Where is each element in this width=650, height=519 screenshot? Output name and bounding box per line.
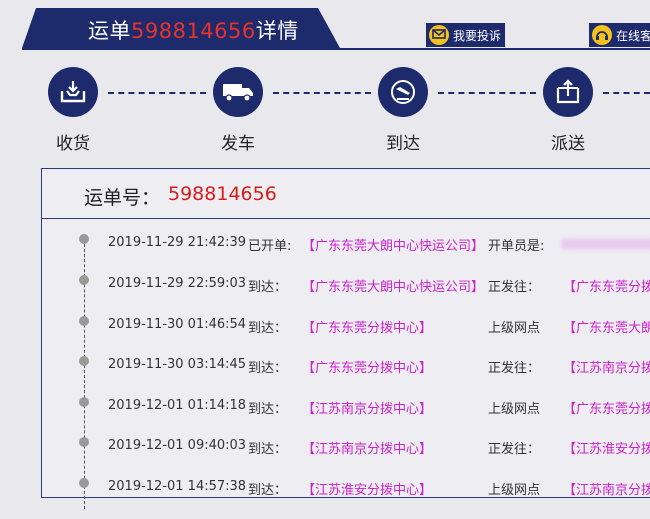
step-label-deliver: 派送	[551, 134, 585, 154]
timeline-dot	[79, 316, 89, 326]
event-site[interactable]: 【广东东莞大朗中心快运公司】	[302, 235, 484, 254]
tracking-row: 2019-11-30 03:14:45 到达： 【广东东莞分拨中心】 正发往： …	[42, 356, 650, 397]
tracking-row: 2019-11-30 01:46:54 到达： 【广东东莞分拨中心】 上级网点 …	[42, 316, 650, 357]
timeline-dot	[79, 356, 89, 366]
event-secondary-site[interactable]: 【广东东莞大朗	[563, 317, 650, 336]
event-action: 到达：	[248, 402, 288, 417]
event-secondary-label: 正发往：	[488, 280, 541, 295]
event-site[interactable]: 【江苏南京分拨中心】	[302, 398, 432, 417]
event-time: 2019-11-29 21:42:39	[108, 235, 247, 250]
event-site[interactable]: 【广东东莞分拨中心】	[302, 357, 432, 376]
online-service-button[interactable]: 在线客	[589, 23, 650, 47]
step-arrive-icon	[378, 67, 428, 117]
redacted-operator	[561, 239, 650, 249]
headset-icon	[592, 25, 612, 45]
title-waybill-number: 598814656	[131, 19, 256, 43]
complaint-button[interactable]: 我要投诉	[426, 23, 506, 47]
event-secondary-site[interactable]: 【广东东莞分拨	[563, 276, 650, 295]
tracking-row: 2019-11-29 22:59:03 到达： 【广东东莞大朗中心快运公司】 正…	[42, 275, 650, 316]
waybill-header: 运单号： 598814656	[42, 169, 650, 219]
page-title: 运单598814656详情	[88, 19, 299, 43]
tracking-row: 2019-12-01 09:40:03 到达： 【江苏南京分拨中心】 正发往： …	[42, 437, 650, 478]
event-secondary-label: 上级网点	[488, 402, 541, 417]
timeline-dot	[79, 397, 89, 407]
step-depart-icon	[213, 67, 263, 117]
tracking-row: 2019-12-01 14:57:38 到达： 【江苏淮安分拨中心】 上级网点 …	[42, 478, 650, 519]
step-connector	[108, 92, 206, 94]
event-time: 2019-11-30 03:14:45	[108, 357, 247, 372]
step-deliver-icon	[543, 67, 593, 117]
event-secondary-label: 上级网点	[488, 483, 541, 498]
event-action: 到达：	[248, 442, 288, 457]
event-secondary-label: 正发往：	[488, 361, 541, 376]
event-action: 到达：	[248, 483, 288, 498]
timeline-dot	[79, 437, 89, 447]
event-time: 2019-11-29 22:59:03	[108, 276, 247, 291]
step-connector	[438, 92, 536, 94]
event-time: 2019-12-01 09:40:03	[108, 438, 247, 453]
event-site[interactable]: 【江苏淮安分拨中心】	[302, 479, 432, 498]
event-time: 2019-11-30 01:46:54	[108, 317, 247, 332]
timeline-dot	[79, 234, 89, 244]
step-label-arrive: 到达	[386, 134, 420, 154]
event-secondary-site[interactable]: 【江苏南京分拨	[563, 479, 650, 498]
event-site[interactable]: 【广东东莞分拨中心】	[302, 317, 432, 336]
event-action: 到达：	[248, 321, 288, 336]
event-action: 到达：	[248, 280, 288, 295]
event-secondary-label: 正发往：	[488, 442, 541, 457]
event-action: 到达：	[248, 361, 288, 376]
event-time: 2019-12-01 01:14:18	[108, 398, 247, 413]
event-secondary-site[interactable]: 【广东东莞分拨	[563, 398, 650, 417]
event-secondary-site[interactable]: 【江苏淮安分拨	[563, 438, 650, 457]
header-divider	[22, 48, 650, 50]
event-secondary-site[interactable]: 【江苏南京分拨	[563, 357, 650, 376]
waybill-label: 运单号：	[84, 187, 161, 209]
header: 运单598814656详情 我要投诉 在线客	[0, 0, 650, 50]
event-site[interactable]: 【江苏南京分拨中心】	[302, 438, 432, 457]
step-connector	[273, 92, 371, 94]
step-connector	[603, 92, 650, 94]
waybill-number: 598814656	[168, 183, 277, 205]
tracking-panel: 运单号： 598814656 2019-11-29 21:42:39 已开单: …	[41, 168, 650, 509]
event-action: 已开单:	[248, 239, 292, 254]
tracking-row: 2019-11-29 21:42:39 已开单: 【广东东莞大朗中心快运公司】 …	[42, 234, 650, 275]
step-receive-icon	[48, 67, 98, 117]
event-site[interactable]: 【广东东莞大朗中心快运公司】	[302, 276, 484, 295]
step-label-receive: 收货	[56, 134, 90, 154]
step-label-depart: 发车	[221, 134, 255, 154]
tracking-row: 2019-12-01 01:14:18 到达： 【江苏南京分拨中心】 上级网点 …	[42, 397, 650, 438]
event-secondary-label: 开单员是:	[488, 239, 545, 254]
complaint-icon	[429, 25, 449, 45]
timeline-dot	[79, 275, 89, 285]
event-secondary-label: 上级网点	[488, 321, 541, 336]
